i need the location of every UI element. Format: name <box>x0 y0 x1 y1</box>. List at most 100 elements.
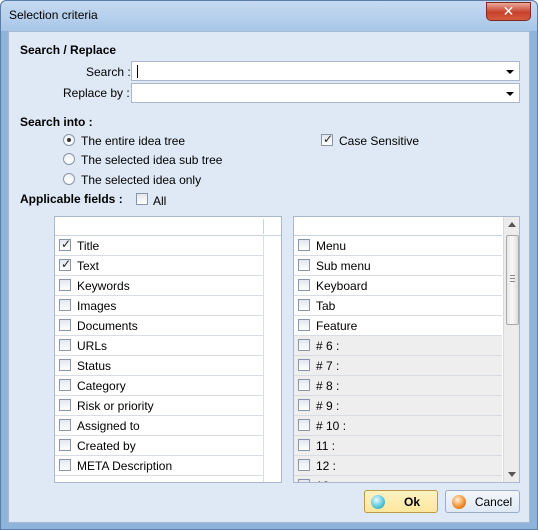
list-header <box>55 217 281 236</box>
checkbox[interactable] <box>298 359 310 371</box>
dropdown-arrow-icon[interactable] <box>506 70 514 74</box>
checkbox[interactable] <box>298 319 310 331</box>
dialog-window: Selection criteria ✕ Search / Replace Se… <box>0 0 538 530</box>
radio-selected-idea-only[interactable]: The selected idea only <box>63 172 263 188</box>
all-checkbox[interactable]: All <box>136 193 196 209</box>
search-replace-heading: Search / Replace <box>20 43 117 57</box>
radio-entire-tree[interactable]: The entire idea tree <box>63 133 263 149</box>
radio-selected-sub-tree[interactable]: The selected idea sub tree <box>63 152 263 168</box>
list-item-label: Status <box>77 359 112 373</box>
list-item[interactable]: # 10 : <box>294 416 502 436</box>
fields-list-right: Menu Sub menu Keyboard Tab Feature # 6 : # 7 :… <box>293 216 520 483</box>
list-item[interactable]: 13 : <box>294 476 502 482</box>
list-item-label: Feature <box>316 319 358 333</box>
scroll-down-icon[interactable] <box>508 472 516 477</box>
list-item[interactable]: 11 : <box>294 436 502 456</box>
list-item-label: Menu <box>316 239 347 253</box>
list-item[interactable]: Category <box>55 376 263 396</box>
list-item-label: Documents <box>77 319 138 333</box>
list-item[interactable]: URLs <box>55 336 263 356</box>
checkbox[interactable] <box>298 459 310 471</box>
list-item[interactable]: Title <box>55 236 263 256</box>
list-item-label: Keywords <box>77 279 130 293</box>
list-item-label: # 8 : <box>316 379 340 393</box>
list-item[interactable]: META Description <box>55 456 263 476</box>
checkbox[interactable] <box>298 259 310 271</box>
checkbox[interactable] <box>298 479 310 482</box>
checkbox[interactable] <box>59 257 71 271</box>
radio-button[interactable] <box>63 173 75 185</box>
radio-button[interactable] <box>63 134 75 146</box>
list-item[interactable]: Risk or priority <box>55 396 263 416</box>
checkbox[interactable] <box>59 399 71 411</box>
list-item[interactable]: Sub menu <box>294 256 502 276</box>
scroll-up-icon[interactable] <box>508 222 516 227</box>
applicable-fields-heading: Applicable fields : <box>20 192 123 206</box>
checkbox[interactable] <box>298 299 310 311</box>
list-header <box>294 217 502 236</box>
checkbox[interactable] <box>298 339 310 351</box>
checkbox[interactable] <box>59 419 71 431</box>
search-into-heading: Search into : <box>20 115 93 129</box>
list-item[interactable]: Created by <box>55 436 263 456</box>
list-item-label: URLs <box>77 339 108 353</box>
list-item-label: # 9 : <box>316 399 340 413</box>
checkbox[interactable] <box>59 439 71 451</box>
list-item[interactable]: Keyboard <box>294 276 502 296</box>
checkbox[interactable] <box>59 299 71 311</box>
list-item[interactable]: # 8 : <box>294 376 502 396</box>
list-item-label: Tab <box>316 299 336 313</box>
checkbox[interactable] <box>298 379 310 391</box>
checkbox[interactable] <box>298 239 310 251</box>
list-item-label: Keyboard <box>316 279 368 293</box>
list-item-label: 13 : <box>316 479 336 482</box>
checkbox[interactable] <box>321 132 333 146</box>
list-item[interactable]: Menu <box>294 236 502 256</box>
checkbox[interactable] <box>59 459 71 471</box>
list-item[interactable]: Documents <box>55 316 263 336</box>
list-item[interactable]: Assigned to <box>55 416 263 436</box>
replace-input[interactable] <box>131 83 520 103</box>
checkbox[interactable] <box>298 439 310 451</box>
radio-button[interactable] <box>63 153 75 165</box>
list-item-label: Created by <box>77 439 136 453</box>
vertical-scrollbar[interactable] <box>503 217 519 482</box>
ok-button[interactable]: Ok <box>364 490 438 513</box>
list-item-label: Title <box>77 239 100 253</box>
list-item[interactable]: Keywords <box>55 276 263 296</box>
dialog-body: Search / Replace Search : Replace by : S… <box>8 31 530 523</box>
checkbox[interactable] <box>59 379 71 391</box>
list-item[interactable]: Images <box>55 296 263 316</box>
fields-list-left: Title Text Keywords Images Documents URLs Stat… <box>54 216 282 483</box>
list-item-label: META Description <box>77 459 173 473</box>
list-item[interactable]: 12 : <box>294 456 502 476</box>
list-item-label: 12 : <box>316 459 337 473</box>
search-input[interactable] <box>131 61 520 81</box>
checkbox[interactable] <box>59 279 71 291</box>
checkbox[interactable] <box>298 399 310 411</box>
dropdown-arrow-icon[interactable] <box>506 92 514 96</box>
list-item[interactable]: Tab <box>294 296 502 316</box>
checkbox[interactable] <box>59 237 71 251</box>
list-item-label: Text <box>77 259 100 273</box>
case-sensitive-checkbox[interactable]: Case Sensitive <box>321 132 441 149</box>
list-item[interactable]: Status <box>55 356 263 376</box>
list-item[interactable]: # 9 : <box>294 396 502 416</box>
list-item-label: Risk or priority <box>77 399 154 413</box>
checkbox[interactable] <box>136 193 148 205</box>
title-bar[interactable]: Selection criteria ✕ <box>1 1 537 31</box>
checkbox[interactable] <box>59 359 71 371</box>
list-item[interactable]: # 7 : <box>294 356 502 376</box>
checkbox[interactable] <box>298 419 310 431</box>
checkbox[interactable] <box>298 279 310 291</box>
close-icon: ✕ <box>502 3 515 19</box>
list-item[interactable]: Text <box>55 256 263 276</box>
checkbox[interactable] <box>59 339 71 351</box>
list-item[interactable]: # 6 : <box>294 336 502 356</box>
checkbox[interactable] <box>59 319 71 331</box>
list-item[interactable]: Feature <box>294 316 502 336</box>
scrollbar-thumb[interactable] <box>506 235 519 325</box>
list-item-label: # 6 : <box>316 339 340 353</box>
cancel-button[interactable]: Cancel <box>445 490 520 513</box>
close-button[interactable]: ✕ <box>486 2 531 21</box>
